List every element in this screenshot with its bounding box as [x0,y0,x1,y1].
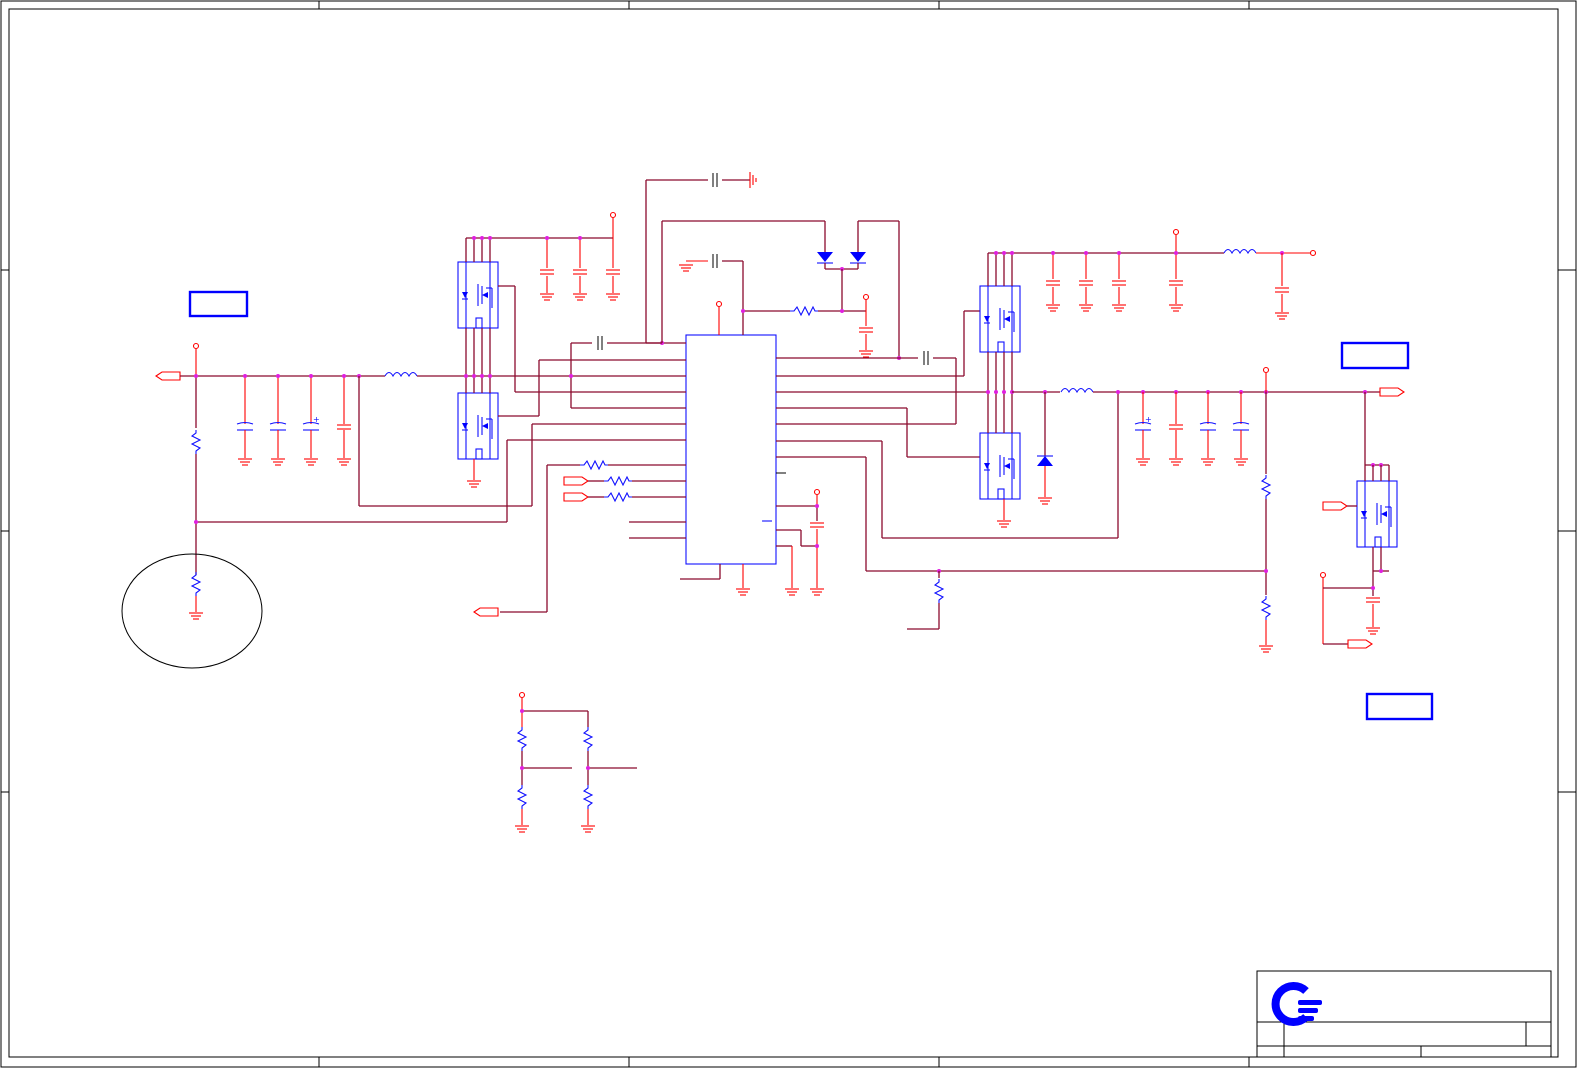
enable-port [1322,501,1348,511]
annotation-box-left [188,290,249,318]
sheet-frame [0,0,1577,1068]
sense-resistor-bottom [191,571,201,597]
freewheel-diode [1037,456,1053,466]
feedback-divider [1258,366,1274,653]
company-logo-icon [1271,982,1322,1026]
lower-dividers [514,691,637,833]
highlight-ellipse [121,553,263,669]
mosfet-high-left [457,261,499,329]
sense-resistor-top [191,429,201,455]
svg-text:+: + [313,415,320,424]
signal-port-a [563,476,589,486]
input-port [155,371,181,381]
signal-port-b [563,492,589,502]
left-mosfet-pair [457,211,686,488]
mosfet-low-left [457,392,499,460]
status-port [1347,639,1373,649]
controller-ic [685,334,777,565]
output-inductor [1060,387,1094,393]
output-port [1379,387,1405,397]
output-caps: + [1116,390,1367,466]
ic-right-signals [735,310,1266,630]
left-signal-port [473,607,499,617]
mosfet-output [1356,480,1398,548]
annotation-box-right-bottom [1365,692,1434,721]
svg-text:+: + [1145,415,1152,424]
bootstrap-section [645,172,901,360]
title-block [1256,970,1552,1058]
right-mosfet-pair [979,228,1405,528]
bootstrap-diode-a [817,252,833,262]
schematic-sheet: + + [0,0,1577,1068]
mosfet-high-right [979,285,1021,353]
output-switch [1319,392,1398,649]
bootstrap-diode-b [850,252,866,262]
ic-left-signals [473,335,721,617]
annotation-box-right-top [1340,341,1410,370]
mosfet-low-right [979,432,1021,500]
input-inductor [384,371,418,377]
top-filter-inductor [1223,248,1257,254]
